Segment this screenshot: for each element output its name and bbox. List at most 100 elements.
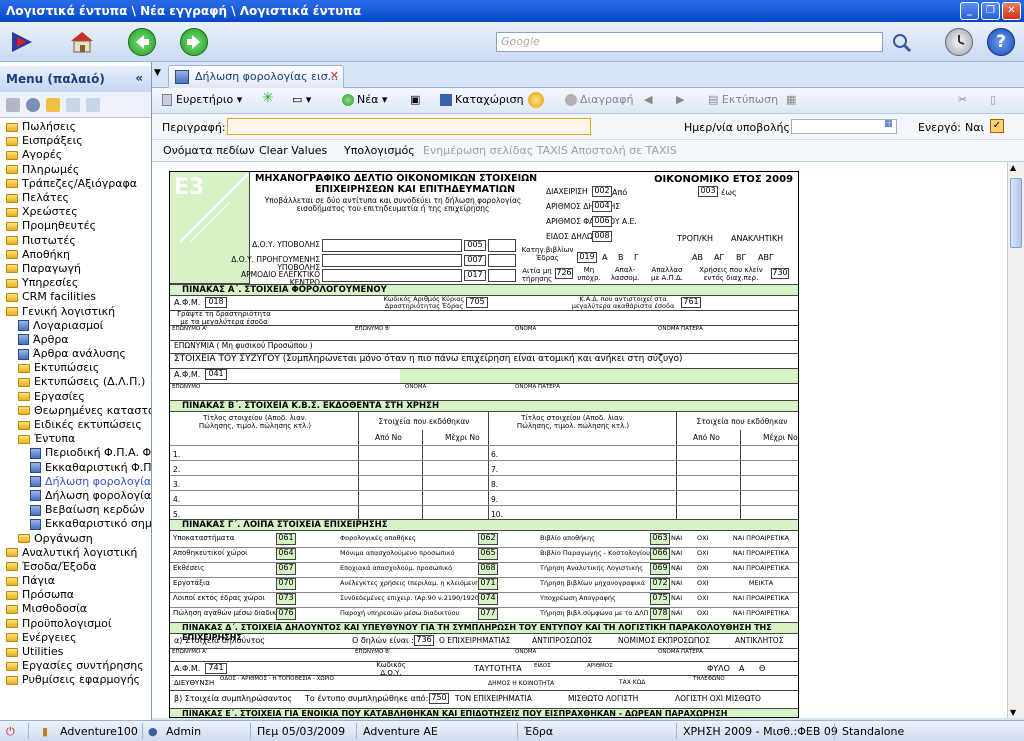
doy-field[interactable] <box>322 269 462 282</box>
sidebar-item[interactable]: Ειδικές εκτυπώσεις <box>0 418 151 432</box>
user-icon[interactable] <box>26 97 40 112</box>
sidebar-item[interactable]: Προϋπολογισμοί <box>0 617 151 631</box>
sidebar-item[interactable]: Αγορές <box>0 148 151 162</box>
doy-value[interactable] <box>488 239 516 252</box>
find-icon[interactable] <box>66 97 80 112</box>
sidebar-item[interactable]: Πελάτες <box>0 191 151 205</box>
sidebar-item[interactable]: Περιοδική Φ.Π.Α. Φ <box>0 446 151 460</box>
export-icon[interactable]: ▦ <box>786 93 796 106</box>
sidebar-item[interactable]: Προμηθευτές <box>0 219 151 233</box>
sidebar-item[interactable]: Εκκαθαριστικό σημ <box>0 517 151 531</box>
sidebar-item[interactable]: Θεωρημένες καταστάσεις <box>0 404 151 418</box>
back-icon[interactable] <box>128 28 156 56</box>
next-record-icon[interactable]: ▶ <box>676 93 684 106</box>
collapse-icon[interactable]: « <box>135 71 143 85</box>
maximize-button[interactable]: ❐ <box>981 2 1000 20</box>
description-label: Περιγραφή: <box>162 121 226 134</box>
sidebar-item[interactable]: Άρθρα <box>0 333 151 347</box>
close-button[interactable]: ✕ <box>1002 2 1021 20</box>
sidebar-item[interactable]: Εργασίες συντήρησης <box>0 659 151 673</box>
sparkle-icon[interactable]: ✳ <box>262 90 274 106</box>
tab-close-icon[interactable]: ✕ <box>330 69 339 82</box>
index-button[interactable]: Ευρετήριο ▾ <box>162 93 242 106</box>
pin-g-option: ΝΑΙ ΠΡΟΑΙΡΕΤΙΚΑ <box>732 549 790 557</box>
scroll-up-icon[interactable]: ▲ <box>1010 163 1016 172</box>
home-icon[interactable] <box>68 28 96 56</box>
sidebar-item[interactable]: Αναλυτική λογιστική <box>0 546 151 560</box>
sidebar-item[interactable]: Υπηρεσίες <box>0 276 151 290</box>
clipboard-icon[interactable] <box>6 97 20 112</box>
view-icon[interactable]: ▭ ▾ <box>292 93 311 106</box>
help-icon[interactable]: ? <box>987 28 1015 56</box>
save-icon <box>440 94 452 106</box>
page-icon[interactable]: ▯ <box>990 93 996 106</box>
doy-value[interactable] <box>488 269 516 282</box>
doy-field[interactable] <box>322 254 462 267</box>
vertical-scrollbar[interactable]: ▲ ▼ <box>1007 162 1024 718</box>
scroll-thumb[interactable] <box>1010 178 1022 248</box>
print-button[interactable]: ▤ Εκτύπωση <box>708 93 778 106</box>
active-checkbox[interactable]: ✓ <box>990 119 1004 133</box>
sidebar-item[interactable]: Ρυθμίσεις εφαρμογής <box>0 673 151 687</box>
sidebar-item[interactable]: Πρόσωπα <box>0 588 151 602</box>
delete-button[interactable]: Διαγραφή <box>565 93 633 106</box>
sidebar-item[interactable]: Εκκαθαριστική Φ.Π <box>0 461 151 475</box>
scroll-down-icon[interactable]: ▼ <box>1010 708 1016 717</box>
filler-label: β) Στοιχεία συμπληρώσαντος <box>174 694 293 703</box>
sidebar-item[interactable]: Μισθοδοσία <box>0 602 151 616</box>
sidebar-item[interactable]: Οργάνωση <box>0 531 151 545</box>
submission-date-input[interactable] <box>791 119 897 134</box>
sidebar-item[interactable]: Αποθήκη <box>0 248 151 262</box>
star-icon[interactable] <box>46 97 60 112</box>
update-taxis-button[interactable]: Ενημέρωση σελίδας TAXIS <box>423 144 568 157</box>
sidebar-item[interactable]: Δήλωση φορολογία <box>0 475 151 489</box>
minimize-button[interactable]: _ <box>960 2 979 20</box>
search-input[interactable]: Google <box>496 32 883 52</box>
sidebar-item[interactable]: Εργασίες <box>0 390 151 404</box>
bulb-icon[interactable] <box>528 92 544 108</box>
sidebar-item[interactable]: Βεβαίωση κερδών <box>0 503 151 517</box>
sidebar-item[interactable]: Γενική λογιστική <box>0 304 151 318</box>
send-taxis-button[interactable]: Αποστολή σε TAXIS <box>571 144 677 157</box>
app-logo-icon[interactable] <box>8 28 36 56</box>
power-icon[interactable]: ⏻ <box>6 725 15 739</box>
save-button[interactable]: Καταχώριση <box>440 93 524 106</box>
doy-value[interactable] <box>488 254 516 267</box>
tab-tax-declaration[interactable]: Δήλωση φορολογίας εισ... ✕ <box>168 65 344 88</box>
prev-record-icon[interactable]: ◀ <box>644 93 652 106</box>
tab-dropdown-icon[interactable]: ▼ <box>154 68 161 78</box>
sidebar-item[interactable]: Εκτυπώσεις <box>0 361 151 375</box>
sidebar-item[interactable]: Utilities <box>0 645 151 659</box>
doy-field[interactable] <box>322 239 462 252</box>
sidebar-item[interactable]: Έντυπα <box>0 432 151 446</box>
calculate-button[interactable]: Υπολογισμός <box>344 144 415 157</box>
field-names-button[interactable]: Ονόματα πεδίων <box>163 144 255 157</box>
sidebar-item[interactable]: Λογαριασμοί <box>0 319 151 333</box>
sidebar-item[interactable]: Πιστωτές <box>0 234 151 248</box>
sidebar-item[interactable]: Παραγωγή <box>0 262 151 276</box>
cut-icon[interactable]: ✂ <box>958 93 967 106</box>
sidebar-item[interactable]: Ενέργειες <box>0 631 151 645</box>
sidebar-item[interactable]: Δήλωση φορολογία <box>0 489 151 503</box>
sidebar-item[interactable]: Χρεώστες <box>0 205 151 219</box>
kad2-label: Κ.Α.Δ. που αντιστοιχεί στα μεγαλύτερα ακ… <box>571 295 675 311</box>
sidebar-item[interactable]: Εκτυπώσεις (Δ.Λ.Π.) <box>0 375 151 389</box>
sidebar-item[interactable]: Πάγια <box>0 574 151 588</box>
description-input[interactable] <box>227 118 591 135</box>
sidebar-item[interactable]: Έσοδα/Έξοδα <box>0 560 151 574</box>
clock-icon[interactable] <box>945 28 973 56</box>
clear-values-button[interactable]: Clear Values <box>259 144 327 157</box>
sidebar-item[interactable]: Τράπεζες/Αξιόγραφα <box>0 177 151 191</box>
sidebar-item[interactable]: Πωλήσεις <box>0 120 151 134</box>
attach-icon[interactable]: ▣ <box>410 93 420 106</box>
sidebar-item[interactable]: Άρθρα ανάλυσης <box>0 347 151 361</box>
sidebar-item[interactable]: Πληρωμές <box>0 163 151 177</box>
search-go-icon[interactable] <box>891 32 913 54</box>
window-title-bar: Λογιστικά έντυπα \ Νέα εγγραφή \ Λογιστι… <box>0 0 1024 22</box>
sidebar-item[interactable]: Εισπράξεις <box>0 134 151 148</box>
new-button[interactable]: Νέα ▾ <box>342 93 387 106</box>
calendar-icon[interactable]: ▦ <box>884 119 893 129</box>
sidebar-item[interactable]: CRM facilities <box>0 290 151 304</box>
copy-icon[interactable] <box>86 97 100 112</box>
forward-icon[interactable] <box>180 28 208 56</box>
